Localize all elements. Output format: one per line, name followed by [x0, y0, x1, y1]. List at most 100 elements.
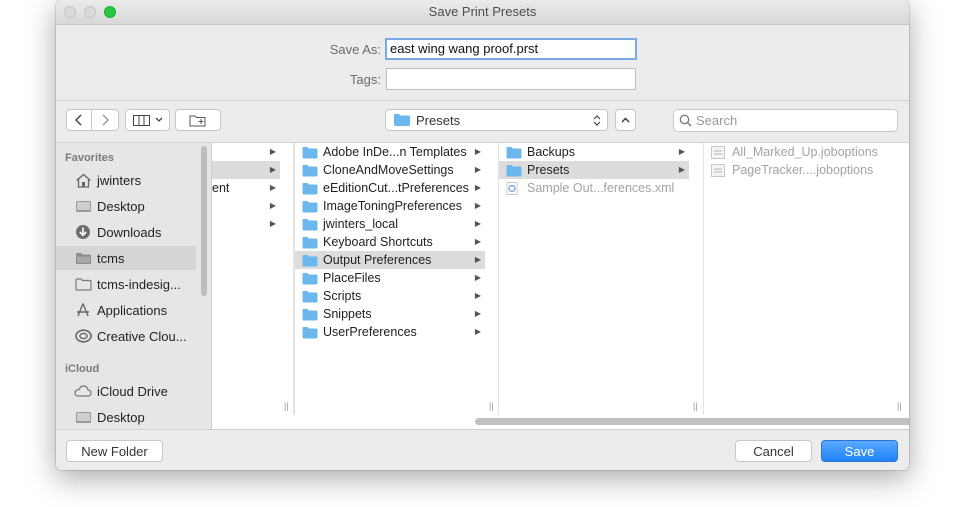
- disclosure-arrow-icon: ▶: [269, 201, 276, 210]
- sidebar-item-downloads[interactable]: Downloads: [56, 220, 196, 244]
- title-bar: Save Print Presets: [56, 0, 909, 25]
- save-dialog: Save Print Presets Save As: east wing wa…: [56, 0, 909, 470]
- list-item[interactable]: UserPreferences ▶: [295, 323, 485, 341]
- sidebar-item-applications[interactable]: Applications: [56, 298, 196, 322]
- list-item[interactable]: Snippets ▶: [295, 305, 485, 323]
- list-item[interactable]: Adobe InDe...n Templates ▶: [295, 143, 485, 161]
- sidebar-item-icloud-desktop[interactable]: Desktop: [56, 405, 196, 429]
- disclosure-arrow-icon: ▶: [474, 255, 481, 264]
- zoom-button[interactable]: [104, 6, 116, 18]
- sidebar-item-icloud-drive[interactable]: iCloud Drive: [56, 379, 196, 403]
- horizontal-scrollbar[interactable]: [475, 418, 909, 425]
- folder-icon: [506, 146, 522, 159]
- window-title: Save Print Presets: [428, 4, 537, 19]
- disclosure-arrow-icon: ▶: [269, 219, 276, 228]
- sidebar-item-label: Downloads: [97, 224, 162, 240]
- folder-icon: [302, 164, 318, 177]
- list-item[interactable]: Keyboard Shortcuts ▶: [295, 233, 485, 251]
- disclosure-arrow-icon: ▶: [678, 165, 685, 174]
- home-icon: [74, 172, 92, 188]
- list-item[interactable]: ImageToningPreferences ▶: [295, 197, 485, 215]
- save-button[interactable]: Save: [821, 440, 898, 462]
- folder-icon: [302, 200, 318, 213]
- close-button[interactable]: [64, 6, 76, 18]
- sidebar-item-tcms-indesign[interactable]: tcms-indesig...: [56, 272, 196, 296]
- list-item[interactable]: ▶: [212, 161, 280, 179]
- column-2: Backups ▶ Presets ▶ Sample Out...ferences.…: [499, 143, 704, 415]
- disclosure-arrow-icon: ▶: [474, 327, 481, 336]
- search-field[interactable]: Search: [673, 109, 898, 132]
- disclosure-arrow-icon: ▶: [474, 291, 481, 300]
- list-item[interactable]: ▶: [212, 143, 280, 161]
- sidebar-item-creative-cloud[interactable]: Creative Clou...: [56, 324, 196, 348]
- list-item[interactable]: jwinters_local ▶: [295, 215, 485, 233]
- joboptions-file-icon: [711, 145, 727, 159]
- xml-file-icon: [506, 181, 522, 195]
- view-mode-button[interactable]: [125, 109, 170, 131]
- list-item[interactable]: CloneAndMoveSettings ▶: [295, 161, 485, 179]
- column-resize-handle[interactable]: ||: [897, 401, 902, 411]
- folder-icon: [302, 308, 318, 321]
- sidebar-item-label: iCloud Drive: [97, 383, 168, 399]
- sidebar-item-desktop[interactable]: Desktop: [56, 194, 196, 218]
- cloud-icon: [74, 383, 92, 399]
- sidebar-item-label: Creative Clou...: [97, 328, 187, 344]
- list-item[interactable]: eEditionCut...tPreferences ▶: [295, 179, 485, 197]
- disclosure-arrow-icon: ▶: [269, 147, 276, 156]
- list-item[interactable]: Output Preferences ▶: [295, 251, 485, 269]
- disclosure-arrow-icon: ▶: [678, 147, 685, 156]
- tags-label: Tags:: [349, 72, 381, 87]
- folder-icon: [74, 276, 92, 292]
- column-0: ▶ ▶ ent ▶ ▶ ▶ ||: [212, 143, 294, 415]
- desktop-icon: [74, 198, 92, 214]
- expand-collapse-button[interactable]: [615, 109, 636, 131]
- column-1: Adobe InDe...n Templates ▶ CloneAndMoveSe…: [294, 143, 499, 415]
- disclosure-arrow-icon: ▶: [474, 273, 481, 282]
- column-resize-handle[interactable]: ||: [693, 401, 698, 411]
- location-label: Presets: [416, 112, 461, 128]
- disclosure-arrow-icon: ▶: [474, 219, 481, 228]
- list-item[interactable]: Presets ▶: [499, 161, 689, 179]
- sidebar-item-label: Desktop: [97, 409, 145, 425]
- column-resize-handle[interactable]: ||: [489, 401, 494, 411]
- sidebar-item-label: tcms: [97, 250, 125, 266]
- folder-icon: [74, 250, 92, 266]
- folder-icon: [302, 236, 318, 249]
- folder-icon: [302, 218, 318, 231]
- disclosure-arrow-icon: ▶: [474, 147, 481, 156]
- column-3: All_Marked_Up.joboptions PageTracker....…: [704, 143, 909, 415]
- sidebar-item-label: Desktop: [97, 198, 145, 214]
- list-item[interactable]: Backups ▶: [499, 143, 689, 161]
- sidebar-item-jwinters[interactable]: jwinters: [56, 168, 196, 192]
- chevron-left-icon: [75, 114, 82, 126]
- tags-field[interactable]: [386, 68, 636, 90]
- minimize-button[interactable]: [84, 6, 96, 18]
- sidebar-item-label: tcms-indesig...: [97, 276, 181, 292]
- list-item[interactable]: PlaceFiles ▶: [295, 269, 485, 287]
- forward-button[interactable]: [92, 109, 119, 131]
- chevron-up-icon: [621, 117, 630, 123]
- chevron-right-icon: [102, 114, 109, 126]
- bottom-bar: New Folder Cancel Save: [56, 429, 909, 470]
- column-resize-handle[interactable]: ||: [284, 401, 289, 411]
- new-folder-icon: [189, 115, 206, 126]
- list-item[interactable]: ▶: [212, 215, 280, 233]
- list-item[interactable]: ▶: [212, 197, 280, 215]
- disclosure-arrow-icon: ▶: [269, 183, 276, 192]
- sidebar-scrollbar[interactable]: [201, 146, 207, 296]
- back-button[interactable]: [66, 109, 92, 131]
- list-item[interactable]: ent ▶: [212, 179, 280, 197]
- list-item[interactable]: Scripts ▶: [295, 287, 485, 305]
- new-folder-toolbar-button[interactable]: [175, 109, 221, 131]
- disclosure-arrow-icon: ▶: [474, 183, 481, 192]
- disclosure-arrow-icon: ▶: [269, 165, 276, 174]
- folder-icon: [302, 326, 318, 339]
- downloads-icon: [74, 224, 92, 240]
- list-item: Sample Out...ferences.xml: [499, 179, 689, 197]
- new-folder-button[interactable]: New Folder: [66, 440, 163, 462]
- cancel-button[interactable]: Cancel: [735, 440, 812, 462]
- joboptions-file-icon: [711, 163, 727, 177]
- location-popup[interactable]: Presets: [385, 109, 608, 131]
- sidebar-item-tcms[interactable]: tcms: [56, 246, 196, 270]
- save-as-field[interactable]: east wing wang proof.prst: [385, 38, 637, 60]
